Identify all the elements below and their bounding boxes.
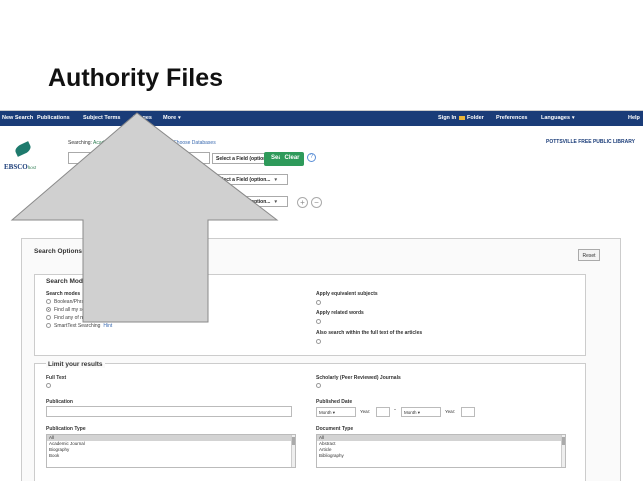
- mode-smarttext[interactable]: SmartText Searching Hint: [46, 323, 112, 329]
- radio-icon[interactable]: [46, 323, 51, 329]
- nav-folder[interactable]: Folder: [459, 115, 484, 121]
- nav-publications[interactable]: Publications: [37, 115, 70, 121]
- start-month-select[interactable]: Month ▾: [316, 407, 356, 417]
- scrollbar[interactable]: [291, 435, 295, 467]
- field-select-3[interactable]: Select a Field (option... ▾: [212, 196, 288, 207]
- mode-find-all[interactable]: Find all my search terms: [46, 307, 108, 313]
- search-query-input-1[interactable]: [68, 152, 210, 164]
- scrollbar[interactable]: [561, 435, 565, 467]
- choose-databases-link[interactable]: Choose Databases: [173, 140, 216, 146]
- chevron-down-icon: ▾: [417, 410, 421, 415]
- chevron-down-icon: ▾: [178, 115, 181, 121]
- list-item[interactable]: Bibliography: [317, 453, 565, 459]
- nav-images[interactable]: Images: [133, 115, 152, 121]
- full-text-checkbox[interactable]: [46, 383, 51, 388]
- search-query-input-3[interactable]: [68, 195, 210, 207]
- nav-more[interactable]: More ▾: [163, 115, 181, 121]
- publication-input[interactable]: [46, 406, 292, 417]
- publication-type-label: Publication Type: [46, 426, 86, 432]
- mode-boolean[interactable]: Boolean/Phrase: [46, 299, 90, 305]
- search-options-panel: Search Options Reset Search Modes and Ex…: [21, 238, 621, 481]
- scrollbar-thumb[interactable]: [292, 437, 295, 445]
- mode-find-any[interactable]: Find any of my search terms: [46, 315, 117, 321]
- end-year-input[interactable]: [461, 407, 475, 417]
- nav-subject-terms[interactable]: Subject Terms: [83, 115, 121, 121]
- list-item[interactable]: Book: [47, 453, 295, 459]
- slide-title: Authority Files: [48, 64, 224, 92]
- expander-equivalent-checkbox[interactable]: [316, 300, 321, 305]
- search-query-input-2[interactable]: [68, 173, 210, 185]
- nav-sign-in[interactable]: Sign In: [438, 115, 456, 121]
- nav-languages[interactable]: Languages ▾: [541, 115, 575, 121]
- field-select-2[interactable]: Select a Field (option... ▾: [212, 174, 288, 185]
- expander-related-label: Apply related words: [316, 310, 364, 316]
- document-type-label: Document Type: [316, 426, 354, 432]
- help-icon[interactable]: ?: [307, 153, 316, 162]
- chevron-down-icon: ▾: [274, 199, 277, 205]
- ebsco-screenshot: New Search Publications Subject Terms Im…: [0, 110, 643, 481]
- scholarly-checkbox[interactable]: [316, 383, 321, 388]
- expander-equivalent-label: Apply equivalent subjects: [316, 291, 378, 297]
- limit-results-box: Limit your results Full Text Scholarly (…: [34, 361, 586, 481]
- radio-icon[interactable]: [46, 299, 51, 305]
- search-modes-header: Search Modes and Expanders: [46, 278, 139, 285]
- end-month-select[interactable]: Month ▾: [401, 407, 441, 417]
- ebsco-logo: EBSCOhost: [4, 163, 37, 171]
- document-type-list[interactable]: All Abstract Article Bibliography: [316, 434, 566, 468]
- radio-selected-icon[interactable]: [46, 307, 51, 313]
- ebsco-logo-icon: [13, 141, 33, 157]
- publication-label: Publication: [46, 399, 73, 405]
- searching-line: Searching: Academic Search Premier Editi…: [68, 140, 216, 146]
- chevron-down-icon: ▾: [274, 177, 277, 183]
- radio-icon[interactable]: [46, 315, 51, 321]
- nav-preferences[interactable]: Preferences: [496, 115, 528, 121]
- add-row-icon[interactable]: +: [297, 197, 308, 208]
- nav-new-search[interactable]: New Search: [2, 115, 33, 121]
- search-modes-box: Search Modes and Expanders Search modes …: [34, 274, 586, 356]
- expander-fulltext-label: Also search within the full text of the …: [316, 330, 423, 336]
- limit-results-header: Limit your results: [46, 361, 105, 368]
- search-modes-label: Search modes: [46, 291, 81, 297]
- chevron-down-icon: ▾: [572, 115, 575, 121]
- reset-button[interactable]: Reset: [578, 249, 600, 261]
- folder-icon: [459, 115, 465, 120]
- hint-link[interactable]: Hint: [103, 323, 112, 329]
- start-year-input[interactable]: [376, 407, 390, 417]
- start-year-label: Year:: [360, 409, 371, 414]
- database-name-link[interactable]: Academic Search Premier Edition: [93, 140, 168, 146]
- full-text-label: Full Text: [46, 375, 67, 381]
- library-name: POTTSVILLE FREE PUBLIC LIBRARY: [546, 139, 635, 145]
- scrollbar-thumb[interactable]: [562, 437, 565, 445]
- nav-help[interactable]: Help: [628, 115, 640, 121]
- publication-type-list[interactable]: All Academic Journal Biography Book: [46, 434, 296, 468]
- published-date-label: Published Date: [316, 399, 353, 405]
- search-options-title: Search Options: [34, 248, 83, 255]
- expander-related-checkbox[interactable]: [316, 319, 321, 324]
- date-range-dash: -: [394, 407, 396, 413]
- top-navigation-bar: New Search Publications Subject Terms Im…: [0, 111, 643, 126]
- end-year-label: Year:: [445, 409, 456, 414]
- clear-button[interactable]: Clear: [280, 152, 304, 166]
- chevron-down-icon: ▾: [332, 410, 336, 415]
- expander-fulltext-checkbox[interactable]: [316, 339, 321, 344]
- scholarly-label: Scholarly (Peer Reviewed) Journals: [316, 375, 401, 381]
- remove-row-icon[interactable]: −: [311, 197, 322, 208]
